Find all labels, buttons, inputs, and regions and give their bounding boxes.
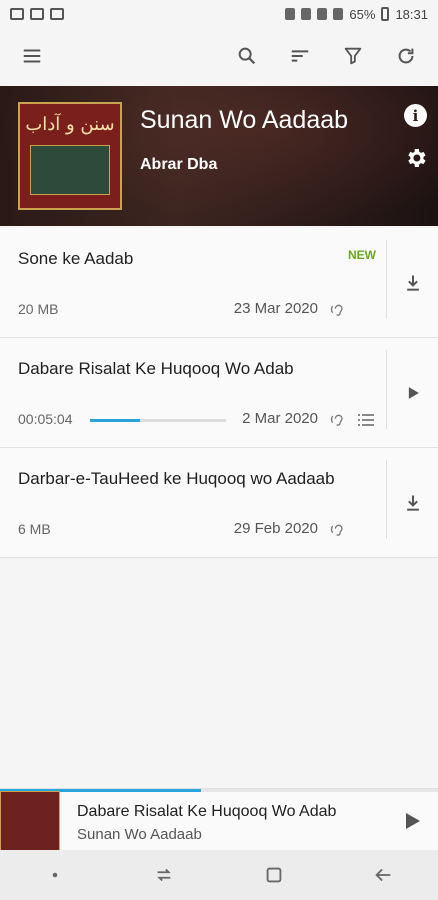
mini-player-thumbnail [0,791,60,851]
podcast-cover-image: سنن و آداب [18,102,122,210]
wifi-icon [317,8,328,20]
hearing-icon [330,304,343,316]
signal-icon [333,8,344,20]
app-toolbar [0,28,438,84]
episode-title: Darbar-e-TauHeed ke Huqooq wo Aadaab [18,469,335,488]
clock: 18:31 [395,6,428,22]
mail-notification-icon [30,8,44,20]
info-icon[interactable]: i [404,104,427,127]
back-button[interactable] [363,855,403,895]
cover-artwork [30,145,110,195]
play-icon [408,386,419,399]
hearing-icon [330,524,343,536]
recent-apps-button[interactable] [144,855,184,895]
play-icon[interactable] [400,809,424,833]
episode-progress-bar [90,419,226,422]
image-notification-icon [10,8,24,20]
queue-list-icon [358,414,374,426]
episode-row[interactable]: Darbar-e-TauHeed ke Huqooq wo Aadaab 6 M… [0,448,386,557]
episode-size: 6 MB [18,521,51,537]
download-icon [406,275,419,291]
mini-player-progress-bar [0,789,438,792]
back-arrow-icon [375,868,391,882]
sort-icon[interactable] [286,42,314,70]
dot-icon [52,872,58,878]
episode-title: Dabare Risalat Ke Huqooq Wo Adab [18,359,294,378]
home-square-icon [266,867,282,883]
system-icons: 65% 18:31 [285,7,428,22]
download-button[interactable] [387,228,438,337]
episode-row[interactable]: Sone ke Aadab NEW 20 MB 23 Mar 2020 [0,228,386,337]
search-icon[interactable] [233,42,261,70]
recent-apps-icon [157,868,172,882]
podcast-title: Sunan Wo Aadaab [140,106,349,134]
episode-list: Sone ke Aadab NEW 20 MB 23 Mar 2020 Daba… [0,228,438,558]
mini-player-podcast: Sunan Wo Aadaab [77,826,202,843]
list-item: Sone ke Aadab NEW 20 MB 23 Mar 2020 [0,228,438,338]
mini-player[interactable]: Dabare Risalat Ke Huqooq Wo Adab Sunan W… [0,788,438,851]
refresh-icon[interactable] [392,42,420,70]
battery-icon [381,7,390,21]
home-button[interactable] [254,855,294,895]
episode-progress-fill [90,419,141,422]
list-item: Darbar-e-TauHeed ke Huqooq wo Aadaab 6 M… [0,448,438,558]
status-bar: 65% 18:31 [0,0,438,28]
notification-icons [10,8,64,20]
episode-date: 29 Feb 2020 [233,520,318,537]
podcast-author: Abrar Dba [140,156,218,173]
download-button[interactable] [387,448,438,557]
cover-title-text: سنن و آداب [25,114,115,135]
episode-size: 20 MB [18,301,59,317]
menu-icon[interactable] [18,42,46,70]
download-notification-icon [50,8,64,20]
new-badge: NEW [348,248,376,262]
episode-row[interactable]: Dabare Risalat Ke Huqooq Wo Adab 00:05:0… [0,338,386,447]
episode-position: 00:05:04 [18,411,73,427]
podcast-header: سنن و آداب Sunan Wo Aadaab Abrar Dba i [0,86,438,226]
filter-icon[interactable] [339,42,367,70]
settings-gear-icon[interactable] [404,146,428,170]
bluetooth-icon [285,8,296,20]
episode-date: 23 Mar 2020 [233,300,318,317]
hearing-icon [330,414,343,426]
alarm-icon [301,8,312,20]
episode-date: 2 Mar 2020 [242,410,318,427]
episode-title: Sone ke Aadab [18,249,134,268]
play-button[interactable] [387,338,438,447]
list-item: Dabare Risalat Ke Huqooq Wo Adab 00:05:0… [0,338,438,448]
system-navigation-bar [0,850,438,900]
battery-percent: 65% [349,6,376,22]
nav-dot-button[interactable] [35,855,75,895]
download-icon [406,495,419,511]
mini-player-title: Dabare Risalat Ke Huqooq Wo Adab [77,803,337,820]
